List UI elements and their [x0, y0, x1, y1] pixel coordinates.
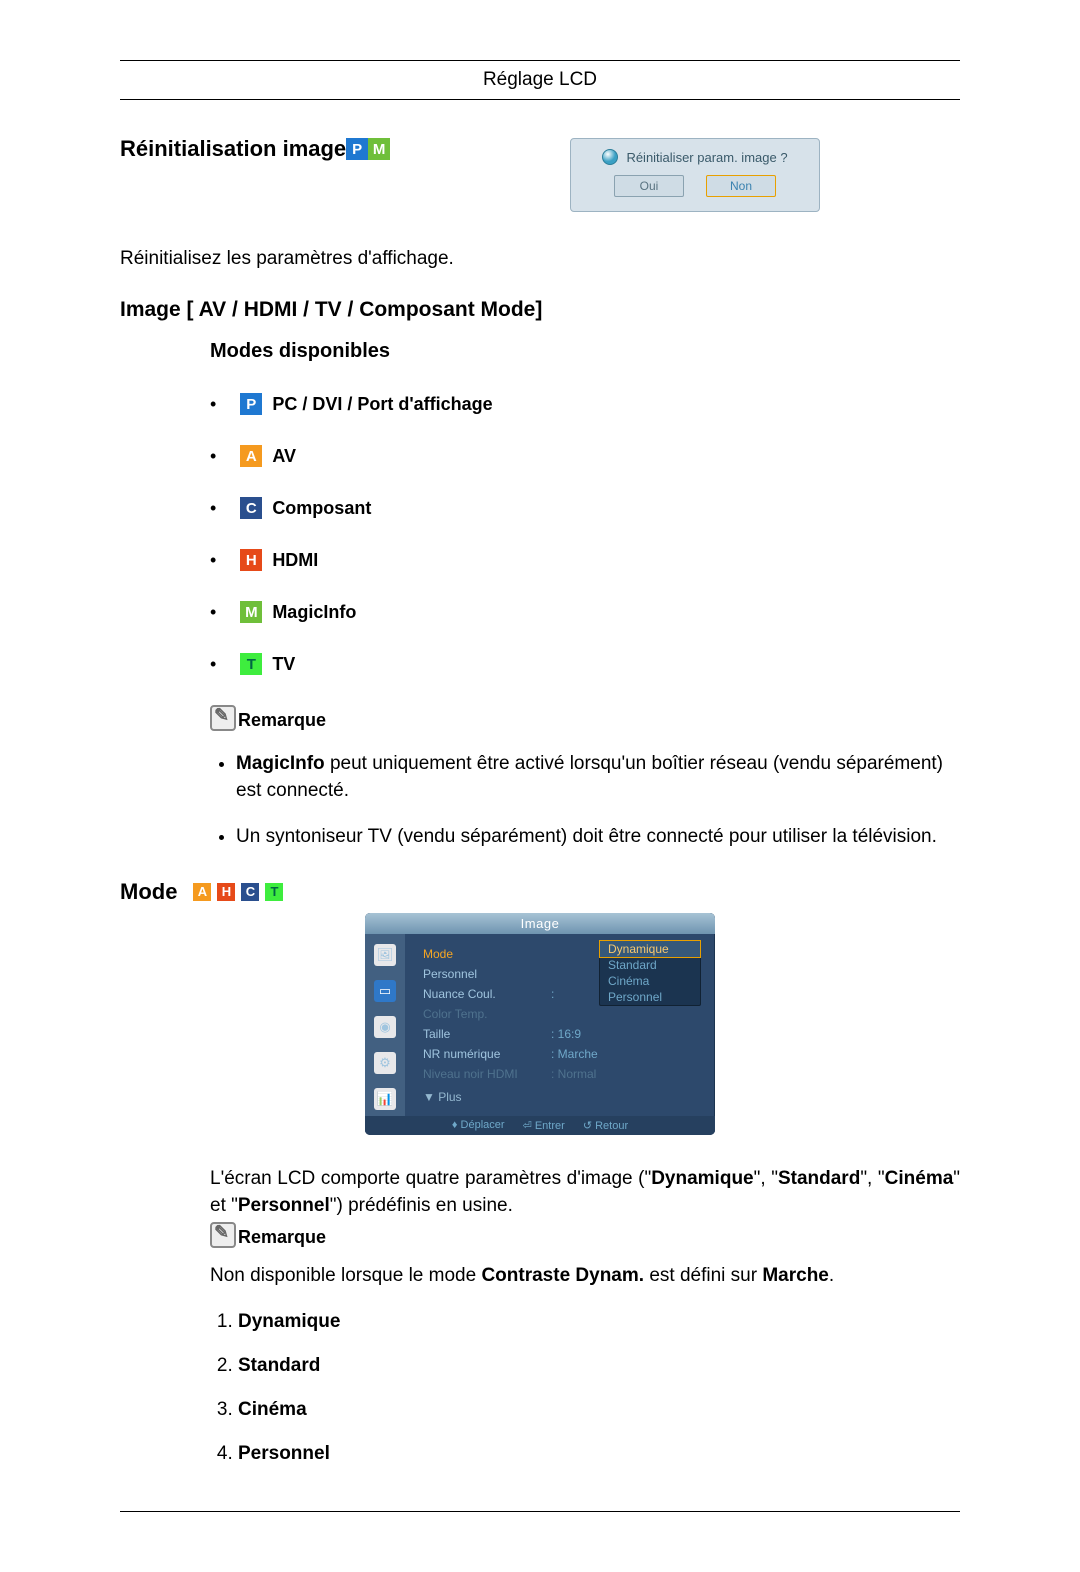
osd-colortemp-label: Color Temp. — [423, 1004, 543, 1024]
list-item: Standard — [238, 1355, 960, 1377]
t-icon: T — [240, 653, 262, 675]
h-icon: H — [240, 549, 262, 571]
list-item: Personnel — [238, 1443, 960, 1465]
osd-footer: ♦ Déplacer ⏎ Entrer ↺ Retour — [365, 1116, 715, 1135]
remark-label: Remarque — [238, 710, 326, 731]
mode-item-composant: C Composant — [210, 497, 960, 519]
osd-option-dynamique[interactable]: Dynamique — [599, 940, 701, 958]
mode-note: Non disponible lorsque le mode Contraste… — [210, 1262, 960, 1290]
osd-nr-label: NR numérique — [423, 1044, 543, 1064]
m-icon: M — [240, 601, 262, 623]
osd-sound-icon: ◉ — [374, 1016, 396, 1038]
osd-footer-return: ↺ Retour — [583, 1119, 628, 1132]
mode-label: PC / DVI / Port d'affichage — [272, 394, 492, 415]
remark-text: peut uniquement être activé lorsqu'un bo… — [236, 753, 943, 801]
osd-nr-value: : Marche — [551, 1044, 598, 1064]
osd-taille-value: : 16:9 — [551, 1024, 581, 1044]
mode-title-text: Mode — [120, 879, 177, 905]
info-icon — [602, 149, 618, 165]
list-item: Dynamique — [238, 1311, 960, 1333]
osd-option-standard[interactable]: Standard — [600, 957, 700, 973]
mode-label: HDMI — [272, 550, 318, 571]
section-reinit-title: Réinitialisation image P M — [120, 136, 960, 162]
osd-mode-label: Mode — [423, 944, 543, 964]
h-icon: H — [217, 883, 235, 901]
modes-subtitle: Modes disponibles — [210, 340, 960, 363]
remark-bold: MagicInfo — [236, 753, 325, 774]
osd-option-cinema[interactable]: Cinéma — [600, 973, 700, 989]
section-image-title: Image [ AV / HDMI / TV / Composant Mode] — [120, 298, 960, 322]
osd-picture-icon: 🖼 — [374, 944, 396, 966]
a-icon: A — [240, 445, 262, 467]
reset-yes-button[interactable]: Oui — [614, 175, 684, 197]
mode-item-av: A AV — [210, 445, 960, 467]
osd-option-personnel[interactable]: Personnel — [600, 989, 700, 1005]
list-item: Cinéma — [238, 1399, 960, 1421]
note-icon — [210, 1222, 236, 1248]
remark-text: Un syntoniseur TV (vendu séparément) doi… — [236, 826, 937, 847]
osd-footer-move: ♦ Déplacer — [452, 1119, 505, 1132]
osd-hdmi-label: Niveau noir HDMI — [423, 1064, 543, 1084]
osd-title: Image — [365, 913, 715, 934]
reset-no-button[interactable]: Non — [706, 175, 776, 197]
mode-label: MagicInfo — [272, 602, 356, 623]
remarks-list: MagicInfo peut uniquement être activé lo… — [236, 751, 960, 851]
c-icon: C — [240, 497, 262, 519]
page-header: Réglage LCD — [120, 61, 960, 99]
reinit-title-text: Réinitialisation image — [120, 136, 346, 162]
mode-item-magicinfo: M MagicInfo — [210, 601, 960, 623]
a-icon: A — [193, 883, 211, 901]
mode-label: TV — [272, 654, 295, 675]
osd-setup-icon: ⚙ — [374, 1052, 396, 1074]
modes-list: P PC / DVI / Port d'affichage A AV C Com… — [210, 393, 960, 675]
osd-plus: ▼ Plus — [423, 1090, 705, 1104]
osd-sidebar: 🖼 ▭ ◉ ⚙ 📊 — [365, 934, 405, 1116]
osd-menu: Image 🖼 ▭ ◉ ⚙ 📊 Dynamique Standard Ciném… — [365, 913, 715, 1135]
remark-item: MagicInfo peut uniquement être activé lo… — [236, 751, 960, 804]
osd-footer-enter: ⏎ Entrer — [523, 1119, 565, 1132]
c-icon: C — [241, 883, 259, 901]
mode-label: Composant — [272, 498, 371, 519]
section-mode-title: Mode A H C T — [120, 879, 960, 905]
reset-dialog: Réinitialiser param. image ? Oui Non — [570, 138, 820, 212]
remark-item: Un syntoniseur TV (vendu séparément) doi… — [236, 824, 960, 851]
mode-description: L'écran LCD comporte quatre paramètres d… — [210, 1165, 960, 1220]
osd-nuance-label: Nuance Coul. — [423, 984, 543, 1004]
note-icon — [210, 705, 236, 731]
mode-label: AV — [272, 446, 296, 467]
osd-display-icon: ▭ — [374, 980, 396, 1002]
osd-personnel-label: Personnel — [423, 964, 543, 984]
reinit-desc: Réinitialisez les paramètres d'affichage… — [120, 248, 960, 270]
osd-hdmi-value: : Normal — [551, 1064, 596, 1084]
mode-item-hdmi: H HDMI — [210, 549, 960, 571]
remark-label: Remarque — [238, 1227, 326, 1248]
osd-multi-icon: 📊 — [374, 1088, 396, 1110]
mode-item-pc: P PC / DVI / Port d'affichage — [210, 393, 960, 415]
mode-item-tv: T TV — [210, 653, 960, 675]
reset-question: Réinitialiser param. image ? — [626, 150, 787, 165]
osd-taille-label: Taille — [423, 1024, 543, 1044]
p-icon: P — [240, 393, 262, 415]
mode-ordered-list: Dynamique Standard Cinéma Personnel — [210, 1311, 960, 1465]
t-icon: T — [265, 883, 283, 901]
osd-mode-options: Dynamique Standard Cinéma Personnel — [599, 940, 701, 1006]
p-icon: P — [346, 138, 368, 160]
m-icon: M — [368, 138, 390, 160]
